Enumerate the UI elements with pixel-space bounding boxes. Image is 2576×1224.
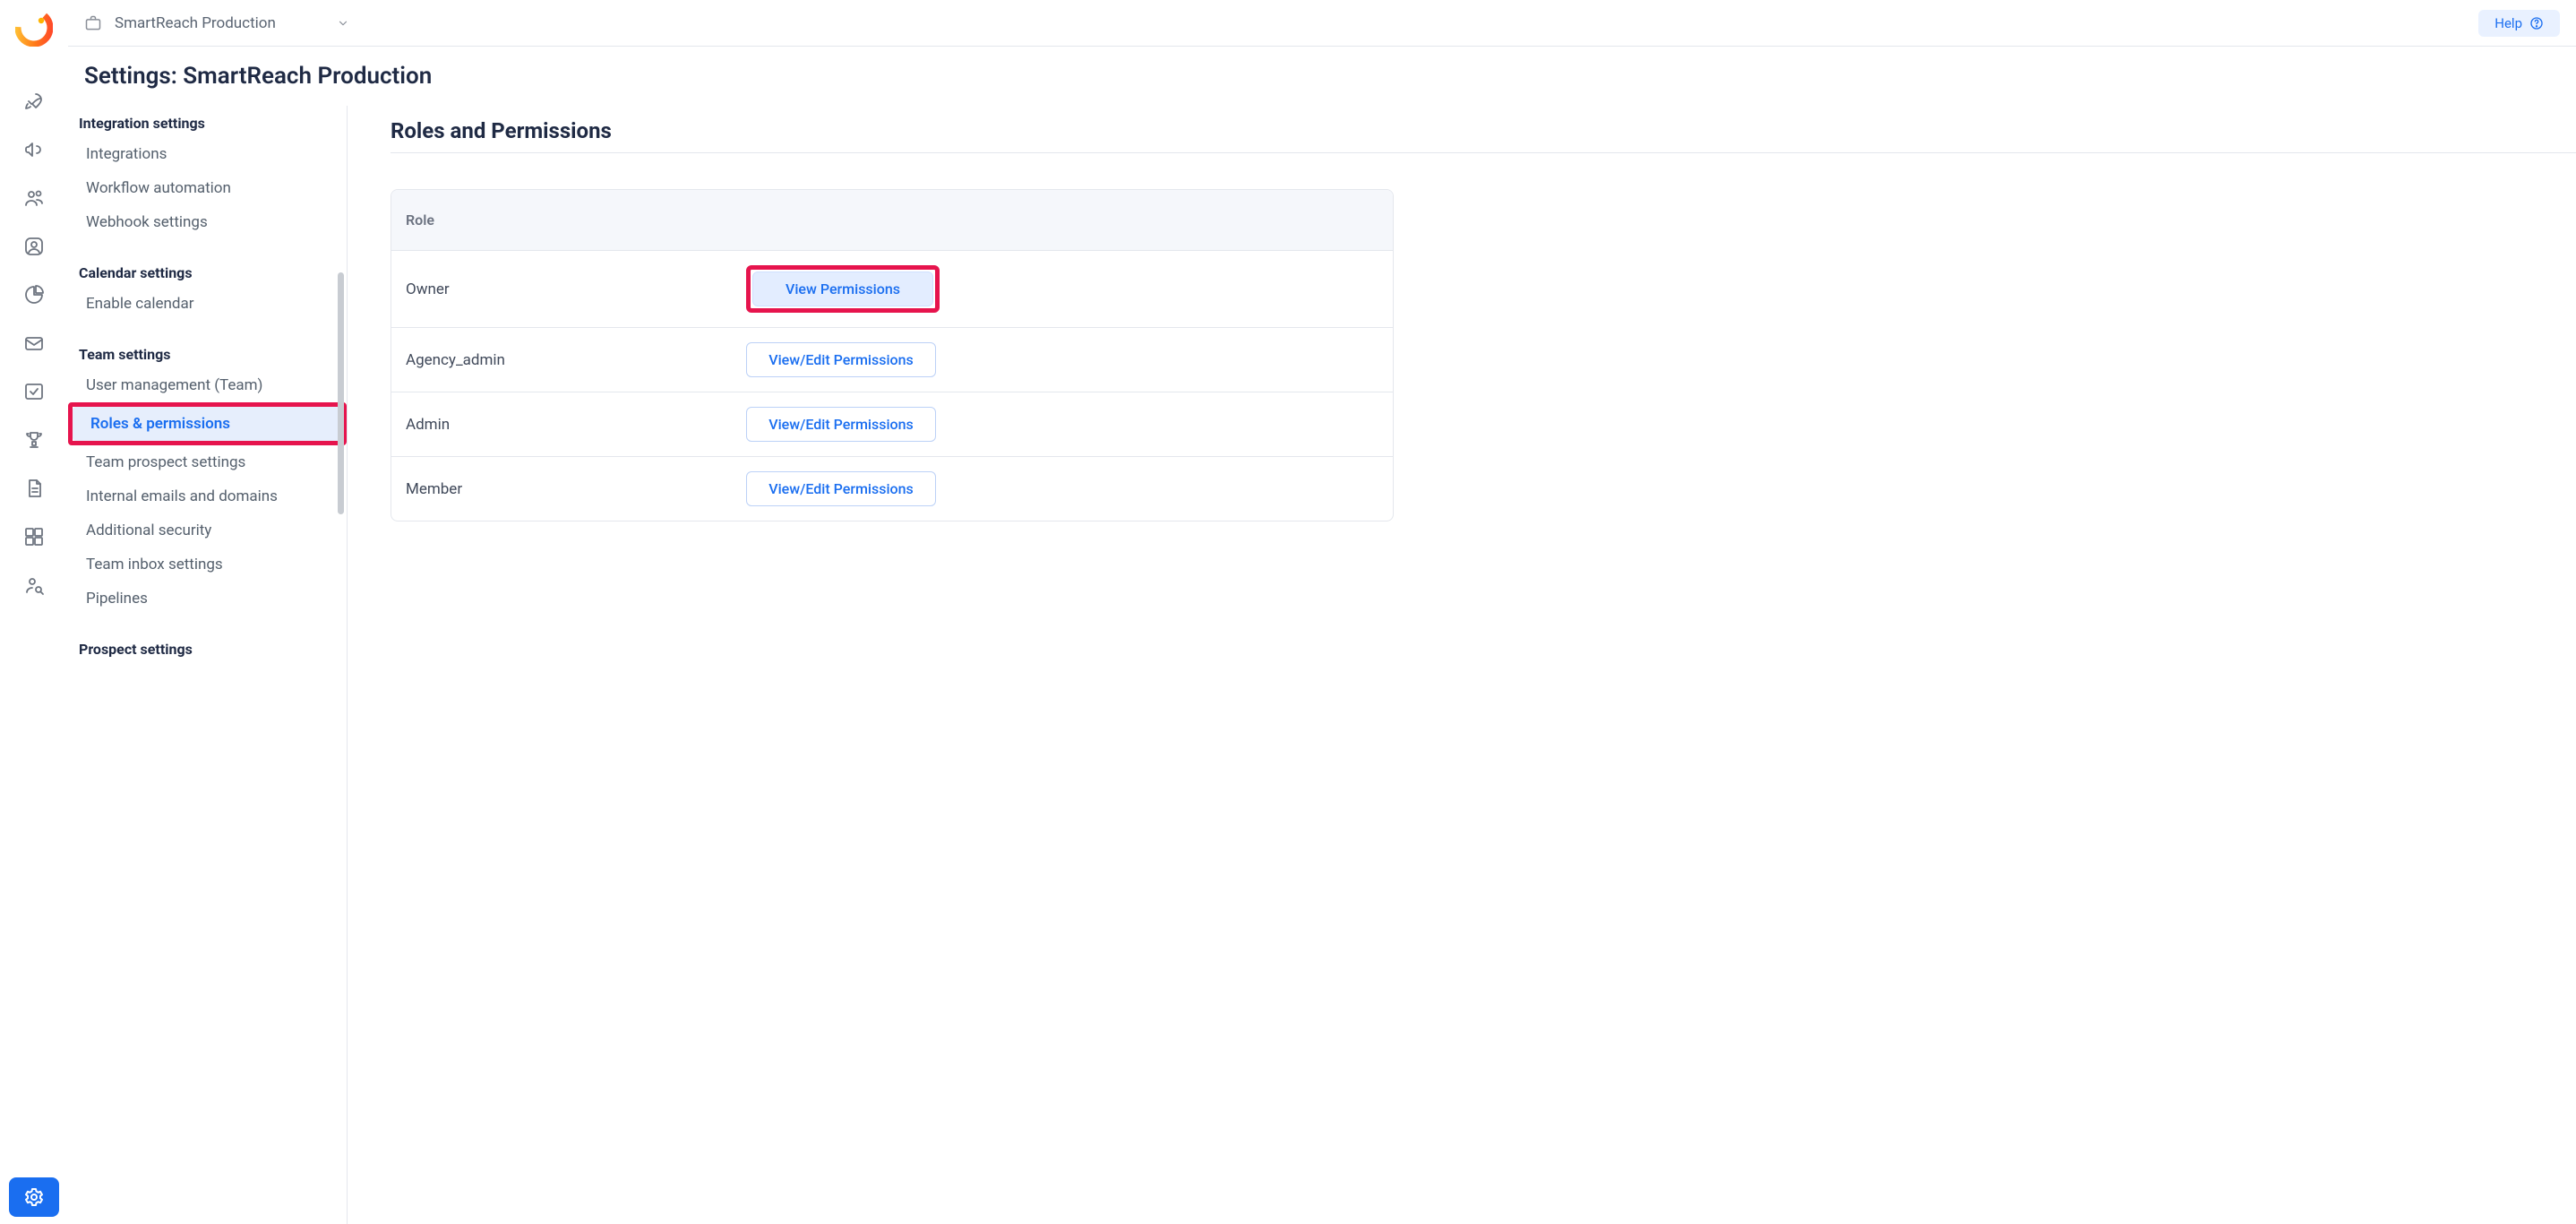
divider (391, 152, 2576, 153)
settings-item[interactable]: Team inbox settings (68, 547, 347, 582)
help-label: Help (2494, 15, 2522, 31)
workspace-switcher[interactable]: SmartReach Production (84, 14, 349, 32)
settings-item[interactable]: Workflow automation (68, 171, 347, 205)
role-name: Owner (406, 280, 728, 298)
panel-heading: Roles and Permissions (391, 118, 2576, 143)
roles-table: Role Owner View Permissions Agency_admin Vi… (391, 189, 1394, 521)
settings-nav: Integration settingsIntegrationsWorkflow… (68, 106, 348, 1224)
help-circle-icon (2529, 16, 2544, 30)
highlight-callout: Roles & permissions (68, 402, 347, 445)
table-row: Agency_admin View/Edit Permissions (391, 328, 1393, 392)
document-icon[interactable] (22, 477, 46, 500)
settings-group-title: Prospect settings (68, 635, 347, 663)
settings-item[interactable]: Internal emails and domains (68, 479, 347, 513)
trophy-icon[interactable] (22, 428, 46, 452)
view-edit-permissions-button[interactable]: View/Edit Permissions (746, 471, 936, 506)
settings-item[interactable]: Webhook settings (68, 205, 347, 239)
view-edit-permissions-button[interactable]: View/Edit Permissions (746, 342, 936, 377)
rail-nav (22, 90, 46, 597)
table-header-role: Role (391, 190, 1393, 251)
settings-item[interactable]: Team prospect settings (68, 445, 347, 479)
settings-item[interactable]: User management (Team) (68, 368, 347, 402)
apps-icon[interactable] (22, 525, 46, 548)
rocket-icon[interactable] (22, 90, 46, 113)
mail-icon[interactable] (22, 332, 46, 355)
workspace-name: SmartReach Production (115, 14, 276, 32)
left-rail (0, 0, 68, 1224)
help-button[interactable]: Help (2478, 10, 2560, 37)
check-square-icon[interactable] (22, 380, 46, 403)
role-actions: View/Edit Permissions (746, 407, 936, 442)
page-title: Settings: SmartReach Production (84, 47, 2576, 106)
settings-item[interactable]: Enable calendar (68, 287, 347, 321)
gear-icon (23, 1186, 45, 1208)
role-name: Admin (406, 416, 728, 434)
table-row: Member View/Edit Permissions (391, 457, 1393, 521)
table-row: Admin View/Edit Permissions (391, 392, 1393, 457)
settings-button[interactable] (9, 1177, 59, 1217)
role-name: Member (406, 480, 728, 498)
role-actions: View Permissions (746, 265, 940, 313)
people-icon[interactable] (22, 186, 46, 210)
settings-item[interactable]: Integrations (68, 137, 347, 171)
settings-item[interactable]: Pipelines (68, 582, 347, 616)
briefcase-icon (84, 14, 102, 32)
settings-item[interactable]: Roles & permissions (73, 407, 342, 441)
scrollbar-thumb[interactable] (338, 272, 344, 514)
settings-group-title: Calendar settings (68, 259, 347, 287)
role-name: Agency_admin (406, 351, 728, 369)
role-actions: View/Edit Permissions (746, 471, 936, 506)
pie-icon[interactable] (22, 283, 46, 306)
topbar: SmartReach Production Help (68, 0, 2576, 47)
table-row: Owner View Permissions (391, 251, 1393, 328)
highlight-callout: View Permissions (746, 265, 940, 313)
chevron-down-icon (337, 17, 349, 30)
settings-group-title: Team settings (68, 340, 347, 368)
person-search-icon[interactable] (22, 573, 46, 597)
role-actions: View/Edit Permissions (746, 342, 936, 377)
app-logo (15, 9, 53, 47)
settings-group-title: Integration settings (68, 109, 347, 137)
main-panel: Roles and Permissions Role Owner View Per… (348, 106, 2576, 1224)
view-permissions-button[interactable]: View Permissions (752, 272, 933, 306)
user-circle-icon[interactable] (22, 235, 46, 258)
view-edit-permissions-button[interactable]: View/Edit Permissions (746, 407, 936, 442)
settings-item[interactable]: Additional security (68, 513, 347, 547)
megaphone-icon[interactable] (22, 138, 46, 161)
